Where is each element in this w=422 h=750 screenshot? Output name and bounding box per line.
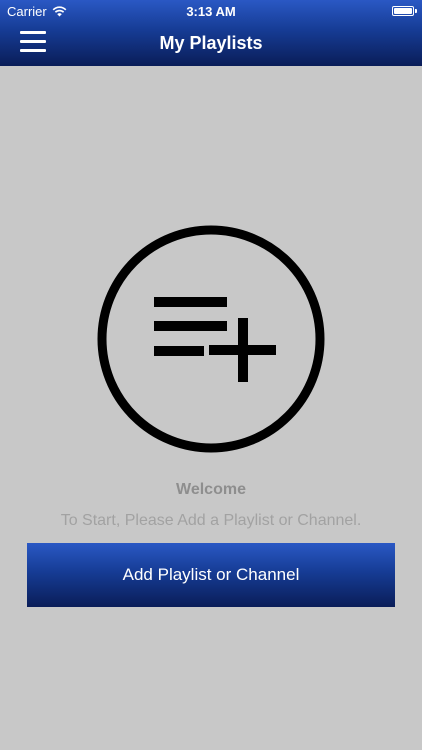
navigation-bar: Carrier 3:13 AM My Playlists [0, 0, 422, 66]
welcome-heading: Welcome [176, 481, 246, 498]
status-bar: Carrier 3:13 AM [0, 0, 422, 22]
icon-list-line [154, 297, 227, 307]
add-playlist-button[interactable]: Add Playlist or Channel [27, 543, 395, 607]
clock: 3:13 AM [186, 4, 236, 19]
icon-plus-horizontal [209, 345, 276, 355]
page-title: My Playlists [159, 33, 263, 53]
battery-level-fill [394, 8, 412, 14]
battery-full-icon [392, 6, 417, 16]
playlist-add-icon [97, 225, 325, 453]
icon-ring [97, 225, 325, 453]
instructions-text: To Start, Please Add a Playlist or Chann… [60, 512, 362, 529]
icon-list-line [154, 321, 227, 331]
icon-list-line [154, 346, 204, 356]
